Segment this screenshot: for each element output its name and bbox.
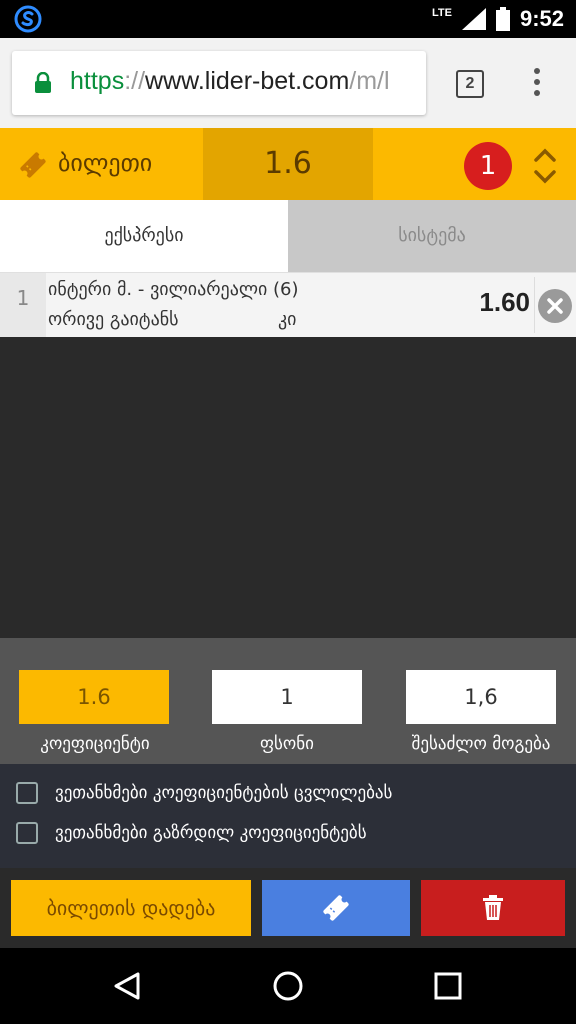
url-text: https://www.lider-bet.com/m/l: [70, 67, 390, 95]
lock-icon: [35, 72, 51, 93]
ticket-total-odds: 1.6: [203, 128, 373, 200]
tab-express[interactable]: ექსპრესი: [0, 200, 288, 272]
ticket-icon: [323, 895, 349, 921]
possible-win-label: შესაძლო მოგება: [411, 734, 551, 754]
bet-index: 1: [0, 273, 46, 337]
ticket-summary: 1.6 1 1,6 კოეფიციენტი ფსონი შესაძლო მოგე…: [0, 638, 576, 764]
bet-odd: 1.60: [479, 287, 530, 317]
accept-change-checkbox[interactable]: [16, 782, 38, 804]
place-bet-button[interactable]: ბილეთის დადება: [11, 880, 251, 936]
address-bar[interactable]: https://www.lider-bet.com/m/l: [12, 51, 426, 115]
ticket-icon: [20, 152, 46, 178]
s-logo-icon: [14, 5, 42, 33]
bet-count-badge: 1: [464, 142, 512, 190]
bet-type-tabs: ექსპრესი სისტემა: [0, 200, 576, 272]
clear-ticket-button[interactable]: [421, 880, 565, 936]
bet-market: ორივე გაიტანს: [48, 309, 179, 330]
coefficient-label: კოეფიციენტი: [40, 734, 150, 754]
tab-system[interactable]: სისტემა: [288, 200, 576, 272]
accept-increase-label: ვეთანხმები გაზრდილ კოეფიციენტებს: [55, 823, 367, 843]
bet-match-name: ინტერი მ. - ვილიარეალი (6): [48, 279, 299, 300]
expand-collapse-icon[interactable]: [530, 146, 560, 186]
recents-icon[interactable]: [434, 972, 462, 1000]
accept-increase-checkbox[interactable]: [16, 822, 38, 844]
save-ticket-button[interactable]: [262, 880, 410, 936]
close-icon: [547, 298, 563, 314]
signal-icon: [461, 8, 486, 30]
action-bar: ბილეთის დადება: [0, 868, 576, 948]
back-icon[interactable]: [112, 970, 144, 1002]
bet-pick: კი: [278, 309, 297, 330]
tab-switcher-button[interactable]: 2: [456, 70, 484, 98]
trash-icon: [483, 895, 503, 920]
lte-label: LTE: [431, 7, 452, 19]
ticket-label: ბილეთი: [58, 149, 153, 177]
accept-change-label: ვეთანხმები კოეფიციენტების ცვლილებას: [55, 783, 393, 803]
ticket-header[interactable]: ბილეთი 1.6 1: [0, 128, 576, 200]
odds-change-options: ვეთანხმები კოეფიციენტების ცვლილებას ვეთა…: [0, 764, 576, 868]
stake-label: ფსონი: [260, 734, 314, 754]
coefficient-value: 1.6: [19, 670, 169, 724]
overflow-menu-icon[interactable]: [530, 68, 544, 98]
home-icon[interactable]: [272, 970, 304, 1002]
stake-input[interactable]: 1: [212, 670, 362, 724]
battery-icon: [495, 7, 510, 31]
clock: 9:52: [519, 6, 564, 31]
browser-toolbar: https://www.lider-bet.com/m/l 2: [0, 38, 576, 128]
bet-row: 1 ინტერი მ. - ვილიარეალი (6) ორივე გაიტა…: [0, 272, 576, 337]
status-bar: LTE 9:52: [0, 0, 576, 38]
divider: [534, 277, 535, 333]
possible-win-value: 1,6: [406, 670, 556, 724]
remove-bet-button[interactable]: [538, 289, 572, 323]
android-nav-bar: [0, 948, 576, 1024]
